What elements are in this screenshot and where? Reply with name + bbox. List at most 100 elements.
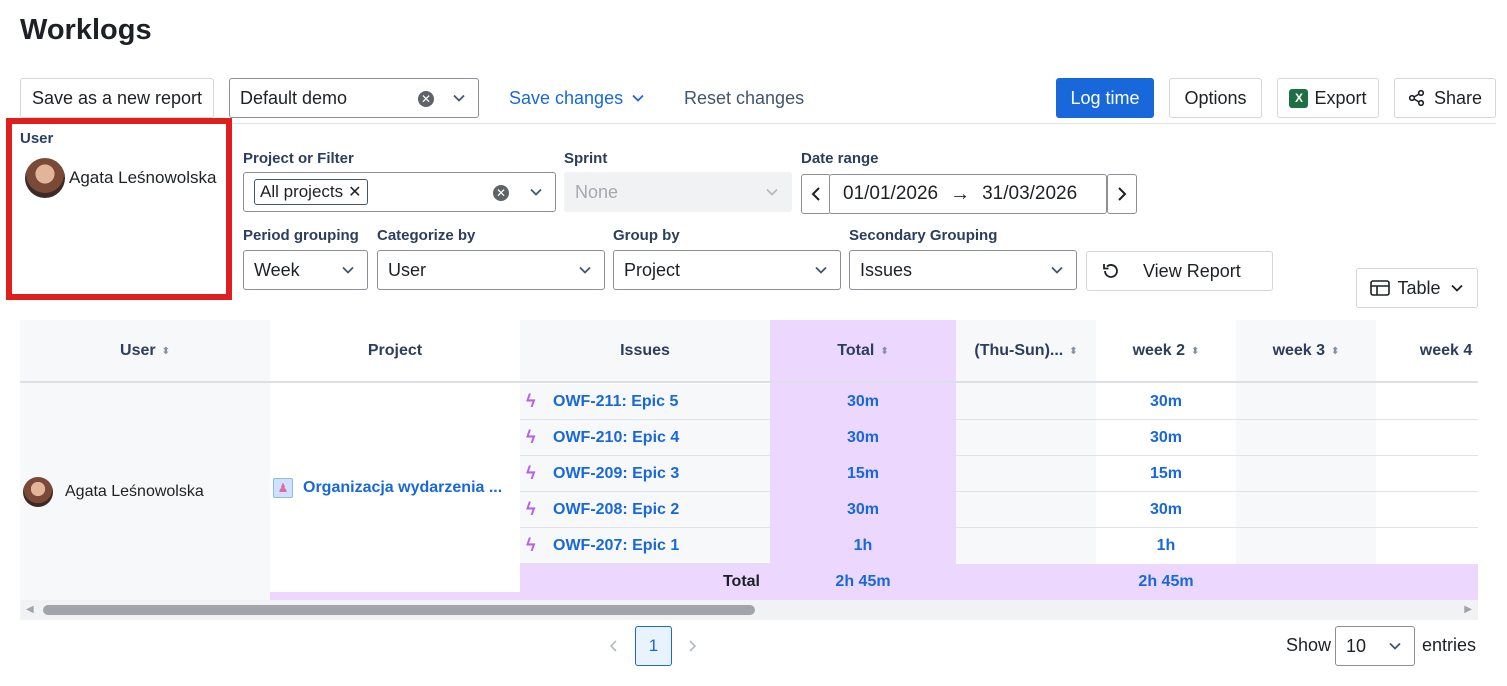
issue-link[interactable]: OWF-211: Epic 5 <box>553 393 678 411</box>
column-header-week3[interactable]: week 3 ⬍ <box>1236 320 1376 382</box>
arrow-right-icon: → <box>950 182 971 205</box>
footer-total-label: Total <box>722 573 760 590</box>
table-row[interactable]: ϟ OWF-210: Epic 4 <box>520 420 770 456</box>
chevron-down-icon <box>766 188 778 196</box>
table-row[interactable]: ϟ OWF-208: Epic 2 <box>520 492 770 528</box>
epic-icon: ϟ <box>526 391 536 411</box>
week2-cell: 30m <box>1149 393 1183 410</box>
header-week2-label: week 2 <box>1132 342 1186 359</box>
sort-icon: ⬍ <box>1331 345 1340 357</box>
save-as-new-report-button[interactable]: Save as a new report <box>20 78 214 118</box>
period-grouping-select[interactable]: Week <box>243 250 368 290</box>
prev-page-button[interactable] <box>602 626 626 666</box>
date-from[interactable]: 01/01/2026 <box>843 183 938 205</box>
export-button[interactable]: X Export <box>1277 78 1379 118</box>
page-button-1[interactable]: 1 <box>635 626 672 666</box>
next-page-button[interactable] <box>680 626 704 666</box>
week2-cell: 1h <box>1156 537 1176 554</box>
date-range-input[interactable]: 01/01/2026 → 31/03/2026 <box>829 174 1107 214</box>
secondary-grouping-value: Issues <box>860 259 913 280</box>
sort-icon: ⬍ <box>161 345 170 357</box>
week2-cell: 30m <box>1149 429 1183 446</box>
categorize-select[interactable]: User <box>377 250 605 290</box>
scrollbar-thumb[interactable] <box>43 605 755 615</box>
project-chip: All projects ✕ <box>254 179 368 205</box>
reset-changes-button[interactable]: Reset changes <box>684 78 804 118</box>
page-size-value: 10 <box>1346 635 1367 656</box>
table-row[interactable]: ϟ OWF-207: Epic 1 <box>520 528 770 564</box>
issue-link[interactable]: OWF-209: Epic 3 <box>553 465 679 483</box>
table-user-cell: Agata Leśnowolska <box>23 477 204 507</box>
report-select[interactable]: Default demo ✕ <box>229 78 479 118</box>
avatar <box>23 477 53 507</box>
sort-icon: ⬍ <box>880 345 889 357</box>
clear-icon[interactable]: ✕ <box>493 185 509 201</box>
group-by-select[interactable]: Project <box>613 250 841 290</box>
log-time-label: Log time <box>1070 87 1140 108</box>
table-row[interactable]: ϟ OWF-209: Epic 3 <box>520 456 770 492</box>
date-range-label: Date range <box>801 150 879 167</box>
date-to[interactable]: 31/03/2026 <box>982 183 1077 205</box>
issue-link[interactable]: OWF-207: Epic 1 <box>553 537 679 555</box>
sort-icon: ⬍ <box>1069 345 1078 357</box>
column-header-user[interactable]: User ⬍ <box>20 320 270 382</box>
table-row[interactable]: ϟ OWF-211: Epic 5 <box>520 384 770 420</box>
sprint-select: None <box>564 172 792 212</box>
issue-link[interactable]: OWF-208: Epic 2 <box>553 501 679 519</box>
options-label: Options <box>1184 87 1247 108</box>
horizontal-scrollbar[interactable]: ◀ ▶ <box>20 600 1478 620</box>
header-project-label: Project <box>367 342 423 359</box>
table-icon <box>1370 280 1391 296</box>
period-grouping-label: Period grouping <box>243 227 359 244</box>
page-size-select[interactable]: 10 <box>1335 626 1415 666</box>
sprint-label: Sprint <box>564 150 608 167</box>
scroll-left-icon[interactable]: ◀ <box>26 604 34 615</box>
footer-week2-value: 2h 45m <box>1138 573 1194 590</box>
share-icon <box>1408 89 1425 107</box>
view-mode-select[interactable]: Table <box>1356 268 1478 308</box>
project-avatar-icon: ♟ <box>273 478 293 498</box>
view-mode-value: Table <box>1397 277 1441 298</box>
chevron-down-icon <box>815 266 827 274</box>
log-time-button[interactable]: Log time <box>1056 78 1154 118</box>
view-report-button[interactable]: View Report <box>1086 251 1273 291</box>
entries-label: entries <box>1422 635 1477 655</box>
remove-chip-icon[interactable]: ✕ <box>348 182 361 202</box>
column-header-project: Project <box>270 320 520 382</box>
chevron-down-icon <box>1450 284 1463 292</box>
header-total-label: Total <box>837 342 875 359</box>
table-project-name[interactable]: Organizacja wydarzenia ... <box>303 479 502 497</box>
project-footer-strip <box>270 592 520 600</box>
clear-icon[interactable]: ✕ <box>418 91 434 107</box>
column-header-week2[interactable]: week 2 ⬍ <box>1096 320 1236 382</box>
refresh-icon <box>1103 264 1118 278</box>
table-project-cell[interactable]: ♟ Organizacja wydarzenia ... <box>273 478 502 498</box>
column-header-issues: Issues <box>520 320 770 382</box>
current-page-label: 1 <box>648 636 659 655</box>
next-range-button[interactable] <box>1107 174 1137 214</box>
options-button[interactable]: Options <box>1169 78 1262 118</box>
header-week1-label: (Thu-Sun)... <box>974 342 1064 359</box>
scroll-right-icon[interactable]: ▶ <box>1464 604 1472 615</box>
project-filter-select[interactable]: All projects ✕ ✕ <box>243 172 556 212</box>
chevron-down-icon <box>1389 642 1401 650</box>
chevron-right-icon <box>1118 187 1127 201</box>
share-button[interactable]: Share <box>1394 78 1496 118</box>
column-header-total[interactable]: Total ⬍ <box>770 320 956 382</box>
save-new-label: Save as a new report <box>31 87 203 108</box>
chevron-right-icon <box>689 640 697 652</box>
page-title: Worklogs <box>20 14 152 46</box>
group-by-label: Group by <box>613 227 680 244</box>
total-cell: 30m <box>846 501 880 518</box>
epic-icon: ϟ <box>526 535 536 555</box>
secondary-grouping-select[interactable]: Issues <box>849 250 1077 290</box>
column-header-week1[interactable]: (Thu-Sun)... ⬍ <box>956 320 1096 382</box>
highlight-box <box>6 118 232 300</box>
sort-icon: ⬍ <box>1191 345 1200 357</box>
issue-link[interactable]: OWF-210: Epic 4 <box>553 429 679 447</box>
save-changes-button[interactable]: Save changes <box>509 78 645 118</box>
secondary-grouping-label: Secondary Grouping <box>849 227 998 244</box>
column-header-week4[interactable]: week 4 <box>1376 320 1478 382</box>
group-by-value: Project <box>624 259 681 280</box>
prev-range-button[interactable] <box>801 174 831 214</box>
